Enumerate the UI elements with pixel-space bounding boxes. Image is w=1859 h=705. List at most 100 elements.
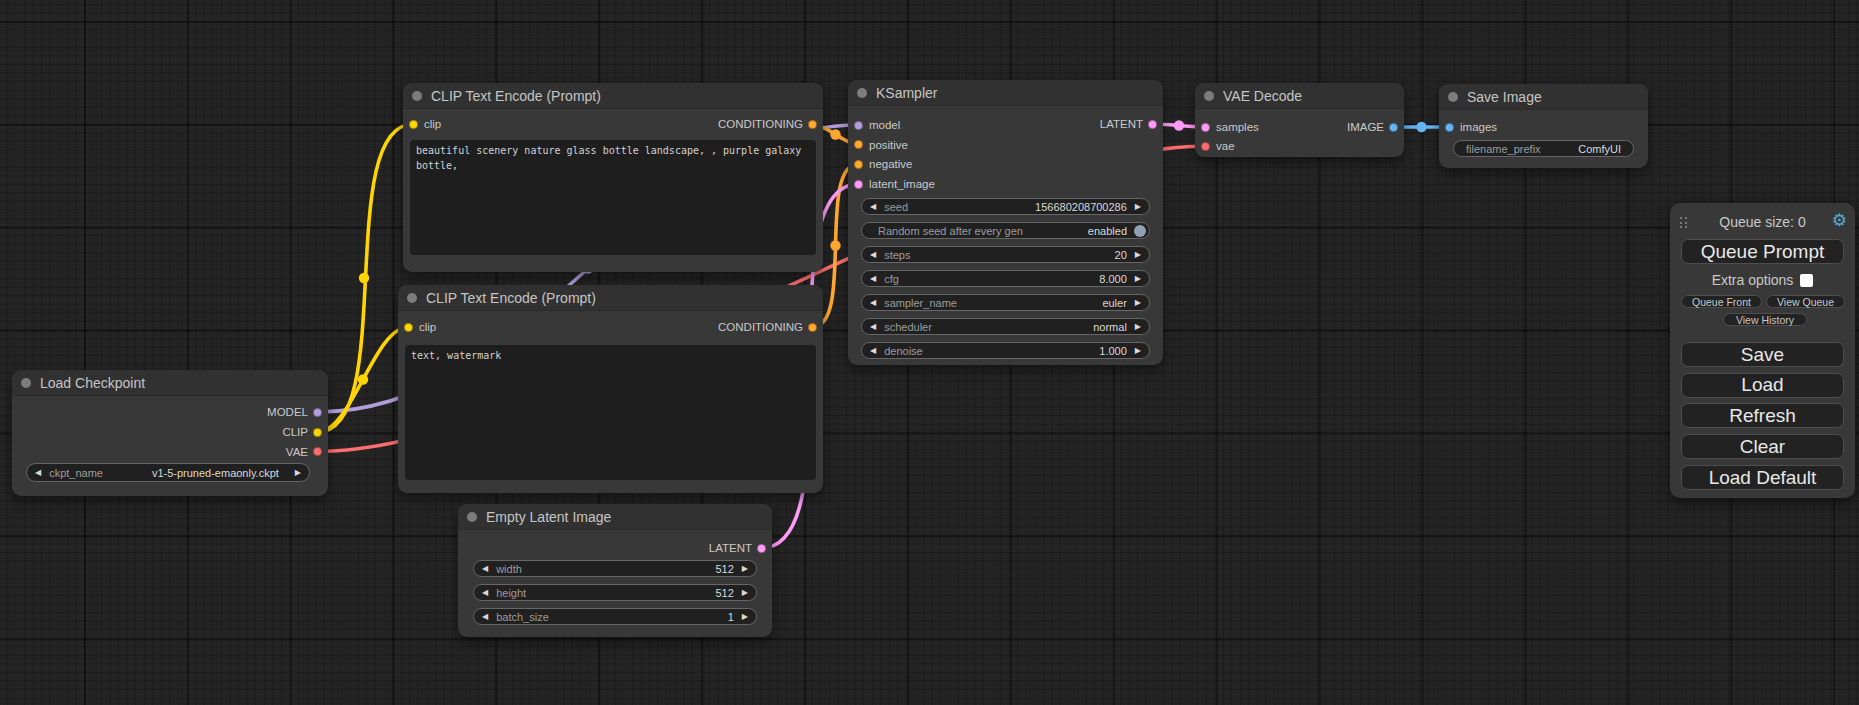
clear-button[interactable]: Clear [1681, 434, 1844, 459]
node-load-checkpoint[interactable]: Load Checkpoint MODEL CLIP VAE ◀ ckpt_na… [12, 370, 328, 496]
random-seed-toggle-widget[interactable]: Random seed after every gen enabled [861, 222, 1150, 239]
cfg-widget[interactable]: ◀ cfg 8.000 ▶ [861, 270, 1150, 287]
input-clip-label: clip [419, 317, 436, 337]
positive-input-port[interactable] [854, 140, 863, 149]
samples-input-port[interactable] [1201, 123, 1210, 132]
right-arrow-icon[interactable]: ▶ [1127, 247, 1149, 262]
left-arrow-icon[interactable]: ◀ [862, 271, 884, 286]
left-arrow-icon[interactable]: ◀ [474, 609, 496, 624]
link-dot-negative[interactable] [830, 240, 840, 250]
refresh-button[interactable]: Refresh [1681, 403, 1844, 428]
node-clip-text-encode-positive[interactable]: CLIP Text Encode (Prompt) clip CONDITION… [403, 83, 823, 272]
widget-value: 512 [715, 587, 733, 599]
node-header[interactable]: KSampler [848, 80, 1163, 106]
clip-input-port[interactable] [404, 323, 413, 332]
load-button[interactable]: Load [1681, 373, 1844, 398]
node-header[interactable]: Save Image [1439, 84, 1648, 110]
node-header[interactable]: CLIP Text Encode (Prompt) [403, 83, 823, 109]
node-header[interactable]: VAE Decode [1195, 83, 1404, 109]
node-header[interactable]: CLIP Text Encode (Prompt) [398, 285, 823, 311]
negative-input-port[interactable] [854, 160, 863, 169]
toggle-dot[interactable] [1134, 225, 1146, 237]
left-arrow-icon[interactable]: ◀ [862, 319, 884, 334]
extra-options-checkbox[interactable] [1800, 274, 1813, 287]
widget-value: normal [1093, 321, 1127, 333]
ckpt-name-widget[interactable]: ◀ ckpt_name v1-5-pruned-emaonly.ckpt ▶ [26, 463, 310, 482]
seed-widget[interactable]: ◀ seed 156680208700286 ▶ [861, 198, 1150, 215]
left-arrow-icon[interactable]: ◀ [474, 585, 496, 600]
image-output-port[interactable] [1389, 123, 1398, 132]
node-ksampler[interactable]: KSampler model positive negative latent_… [848, 80, 1163, 365]
right-arrow-icon[interactable]: ▶ [734, 585, 756, 600]
clip-output-port[interactable] [313, 428, 322, 437]
left-arrow-icon[interactable]: ◀ [27, 465, 49, 480]
height-widget[interactable]: ◀ height 512 ▶ [473, 584, 757, 601]
prompt-textarea[interactable]: beautiful scenery nature glass bottle la… [410, 140, 816, 255]
right-arrow-icon[interactable]: ▶ [1127, 295, 1149, 310]
images-input-port[interactable] [1445, 123, 1454, 132]
collapse-dot[interactable] [1448, 92, 1458, 102]
collapse-dot[interactable] [857, 88, 867, 98]
node-graph-canvas[interactable]: Load Checkpoint MODEL CLIP VAE ◀ ckpt_na… [0, 0, 1859, 705]
widget-label: cfg [884, 273, 899, 285]
latent-output-port[interactable] [1148, 120, 1157, 129]
batch-size-widget[interactable]: ◀ batch_size 1 ▶ [473, 608, 757, 625]
clip-input-port[interactable] [409, 120, 418, 129]
conditioning-output-port[interactable] [808, 120, 817, 129]
right-arrow-icon[interactable]: ▶ [1127, 271, 1149, 286]
left-arrow-icon[interactable]: ◀ [862, 343, 884, 358]
right-arrow-icon[interactable]: ▶ [287, 465, 309, 480]
denoise-widget[interactable]: ◀ denoise 1.000 ▶ [861, 342, 1150, 359]
link-dot-positive[interactable] [830, 129, 840, 139]
queue-prompt-button[interactable]: Queue Prompt [1681, 239, 1844, 264]
left-arrow-icon[interactable]: ◀ [862, 199, 884, 214]
settings-gear-icon[interactable]: ⚙ [1832, 212, 1847, 229]
node-header[interactable]: Load Checkpoint [12, 370, 328, 396]
left-arrow-icon[interactable]: ◀ [474, 561, 496, 576]
right-arrow-icon[interactable]: ▶ [734, 561, 756, 576]
node-vae-decode[interactable]: VAE Decode samples vae IMAGE [1195, 83, 1404, 157]
collapse-dot[interactable] [407, 293, 417, 303]
link-dot-clip-1[interactable] [359, 273, 369, 283]
load-default-button[interactable]: Load Default [1681, 465, 1844, 490]
link-dot-image[interactable] [1416, 122, 1426, 132]
left-arrow-icon[interactable]: ◀ [862, 247, 884, 262]
node-empty-latent-image[interactable]: Empty Latent Image LATENT ◀ width 512 ▶ … [458, 504, 772, 637]
latent-image-input-port[interactable] [854, 180, 863, 189]
link-dot-clip-2[interactable] [358, 374, 368, 384]
model-input-port[interactable] [854, 121, 863, 130]
steps-widget[interactable]: ◀ steps 20 ▶ [861, 246, 1150, 263]
collapse-dot[interactable] [467, 512, 477, 522]
queue-front-button[interactable]: Queue Front [1681, 295, 1762, 308]
widget-value: ComfyUI [1578, 143, 1621, 155]
vae-input-port[interactable] [1201, 142, 1210, 151]
prompt-textarea[interactable]: text, watermark [405, 345, 816, 480]
input-model-label: model [869, 115, 900, 135]
widget-label: denoise [884, 345, 923, 357]
node-save-image[interactable]: Save Image images filename_prefix ComfyU… [1439, 84, 1648, 168]
node-clip-text-encode-negative[interactable]: CLIP Text Encode (Prompt) clip CONDITION… [398, 285, 823, 493]
right-arrow-icon[interactable]: ▶ [1127, 199, 1149, 214]
link-dot-latent-samples[interactable] [1174, 120, 1184, 130]
scheduler-widget[interactable]: ◀ scheduler normal ▶ [861, 318, 1150, 335]
right-arrow-icon[interactable]: ▶ [1127, 319, 1149, 334]
view-queue-button[interactable]: View Queue [1766, 295, 1845, 308]
sampler-name-widget[interactable]: ◀ sampler_name euler ▶ [861, 294, 1150, 311]
right-arrow-icon[interactable]: ▶ [1127, 343, 1149, 358]
node-header[interactable]: Empty Latent Image [458, 504, 772, 530]
left-arrow-icon[interactable]: ◀ [862, 295, 884, 310]
output-latent-label: LATENT [709, 538, 752, 558]
view-history-button[interactable]: View History [1723, 313, 1807, 326]
latent-output-port[interactable] [757, 544, 766, 553]
collapse-dot[interactable] [412, 91, 422, 101]
collapse-dot[interactable] [1204, 91, 1214, 101]
width-widget[interactable]: ◀ width 512 ▶ [473, 560, 757, 577]
model-output-port[interactable] [313, 408, 322, 417]
conditioning-output-port[interactable] [808, 323, 817, 332]
vae-output-port[interactable] [313, 447, 322, 456]
save-button[interactable]: Save [1681, 342, 1844, 367]
filename-prefix-widget[interactable]: filename_prefix ComfyUI [1453, 140, 1634, 157]
widget-label: height [496, 587, 526, 599]
collapse-dot[interactable] [21, 378, 31, 388]
right-arrow-icon[interactable]: ▶ [734, 609, 756, 624]
